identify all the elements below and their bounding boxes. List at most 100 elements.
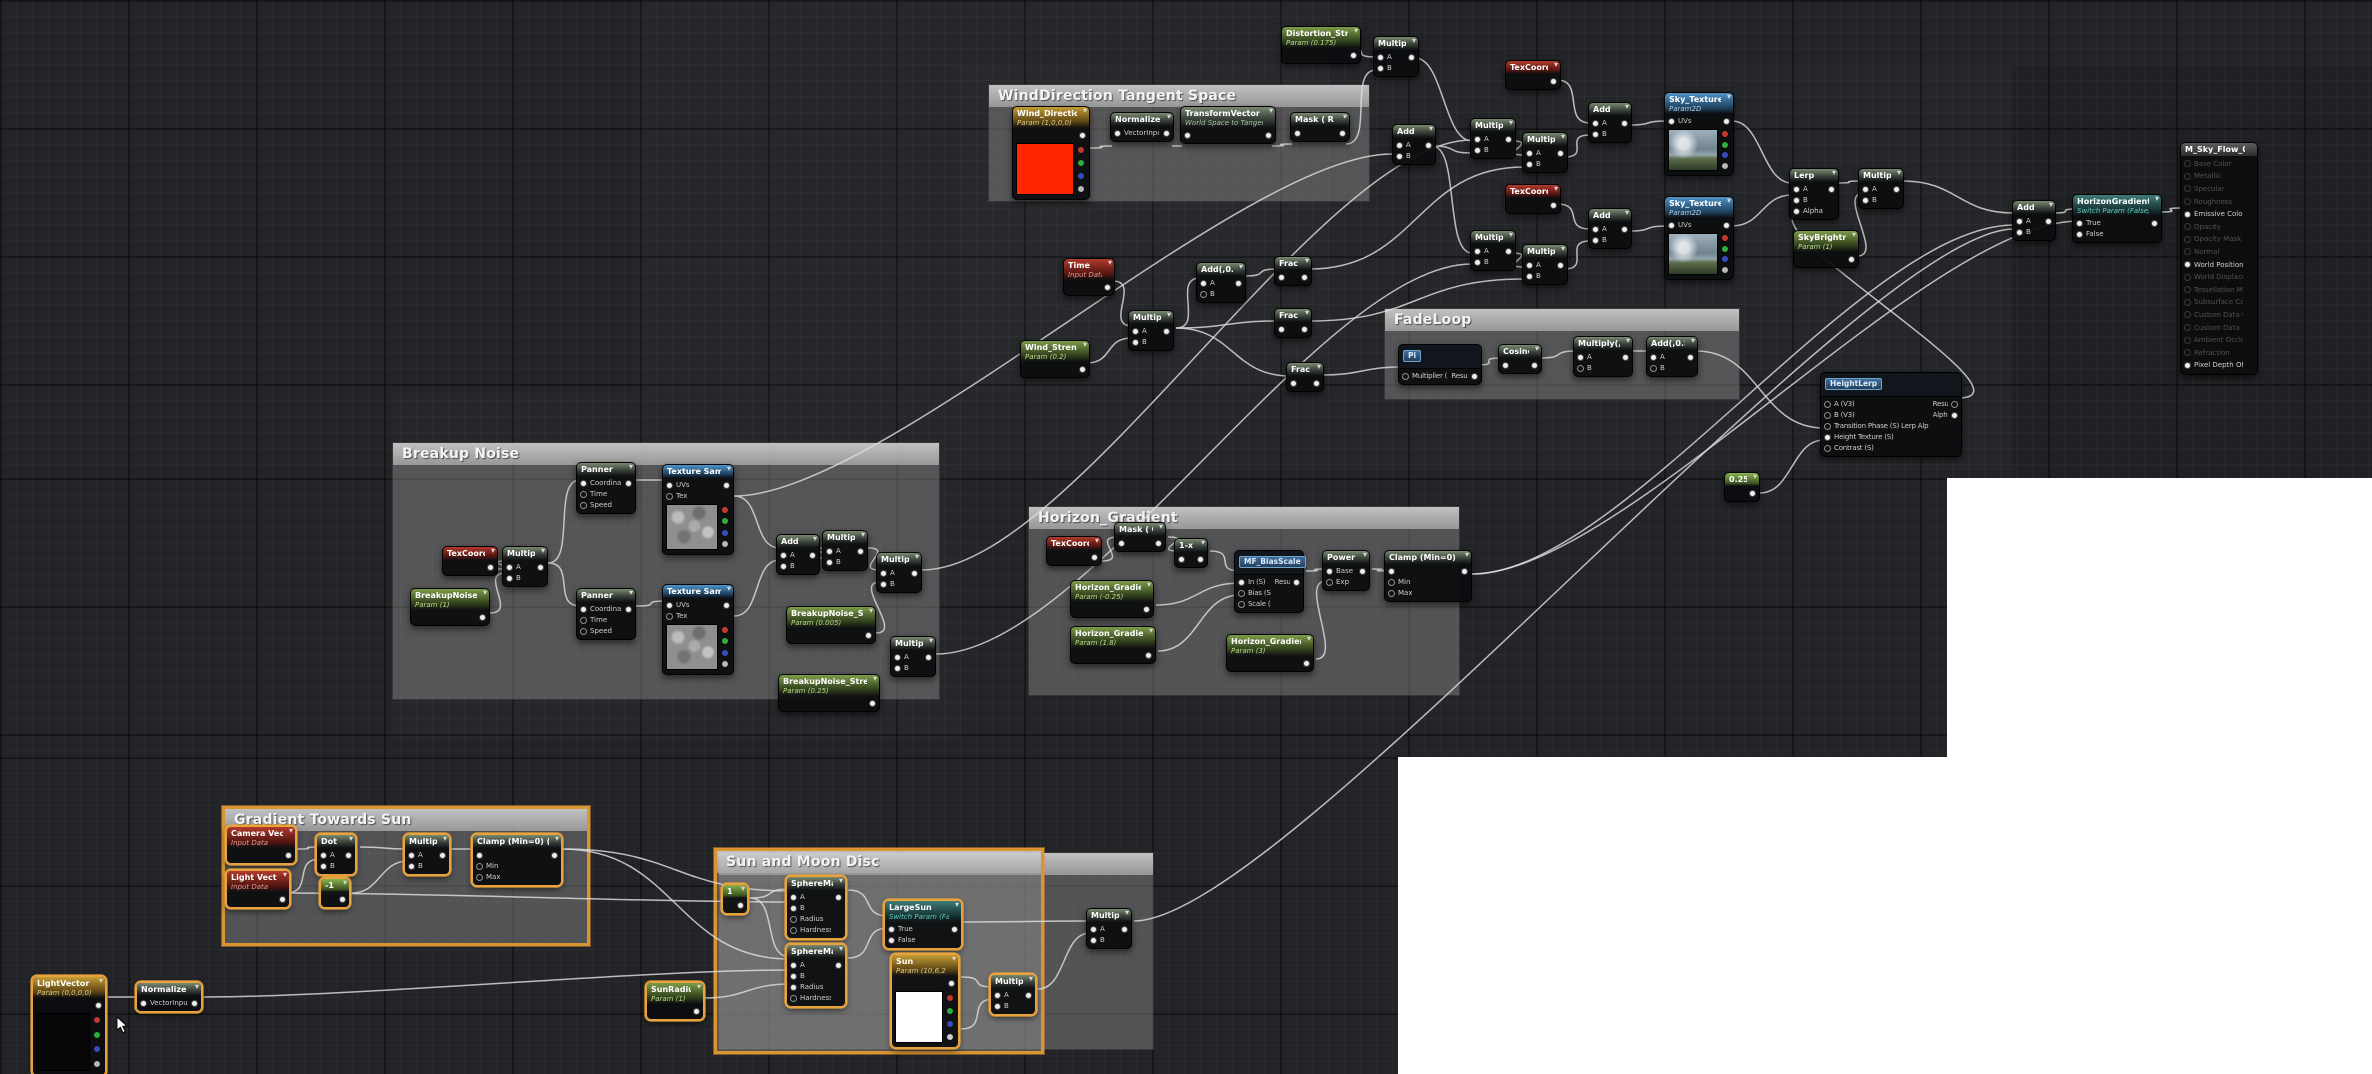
- input-pin-coordinate[interactable]: Coordinate: [580, 478, 621, 488]
- output-pin[interactable]: [948, 978, 955, 988]
- node-hz-gradient-power[interactable]: Horizon_GradientPowerParam (3)▾: [1226, 634, 1314, 672]
- channel-pin-dot[interactable]: [1722, 256, 1728, 262]
- input-pin-a[interactable]: A: [1200, 278, 1215, 288]
- collapse-chevron-icon[interactable]: ▾: [349, 834, 353, 843]
- node-header[interactable]: Normalize▾: [1111, 113, 1173, 126]
- output-pin[interactable]: [911, 568, 918, 578]
- input-pin-b[interactable]: B: [1650, 363, 1665, 373]
- collapse-chevron-icon[interactable]: ▾: [1083, 340, 1087, 349]
- node-header[interactable]: Panner▾: [577, 589, 635, 602]
- input-pin-b[interactable]: B: [790, 971, 831, 981]
- channel-pin-dot[interactable]: [1722, 235, 1728, 241]
- channel-pin-dot[interactable]: [947, 1034, 953, 1040]
- node-dot[interactable]: Dot▾AB: [316, 834, 356, 875]
- node-sunradius[interactable]: SunRadiusParam (1)▾: [646, 982, 704, 1020]
- input-pin-multiplier-s[interactable]: Multiplier (S): [1402, 371, 1447, 381]
- channel-pin-dot[interactable]: [1722, 163, 1728, 169]
- input-pin-b[interactable]: B: [1090, 935, 1105, 945]
- input-pin-exp[interactable]: Exp: [1326, 577, 1353, 587]
- collapse-chevron-icon[interactable]: ▾: [629, 588, 633, 597]
- graph-panel[interactable]: [0, 478, 1947, 757]
- collapse-chevron-icon[interactable]: ▾: [1852, 230, 1856, 239]
- output-pin[interactable]: [1723, 220, 1730, 230]
- node-header[interactable]: Normalize▾: [137, 983, 201, 996]
- input-pin[interactable]: [1294, 128, 1301, 138]
- node-texcoord-top[interactable]: TexCoord[0]▾: [1505, 60, 1561, 90]
- channel-pin-dot[interactable]: [1722, 142, 1728, 148]
- input-pin-base[interactable]: Base: [1326, 566, 1353, 576]
- channel-pin-dot[interactable]: [1722, 246, 1728, 252]
- node-sm-multiply-inner[interactable]: Multiply▾AB: [990, 974, 1036, 1015]
- channel-pin-dot[interactable]: [1722, 131, 1728, 137]
- node-header[interactable]: Add▾: [1589, 103, 1631, 116]
- input-pin-vectorinput[interactable]: VectorInput: [140, 998, 187, 1008]
- node-normalize-light[interactable]: Normalize▾ VectorInput: [136, 982, 202, 1012]
- node-header[interactable]: Camera VectorInput Data▾: [227, 827, 295, 848]
- node-panner-1[interactable]: Panner▾CoordinateTimeSpeed: [576, 462, 636, 514]
- input-pin-b[interactable]: B: [1132, 337, 1147, 347]
- output-pin[interactable]: [737, 900, 744, 910]
- node-hz-one-minus[interactable]: 1-x▾: [1174, 538, 1208, 568]
- node-add-final[interactable]: Add▾AB: [2012, 200, 2056, 241]
- node-texture-sample-2[interactable]: Texture Sample▾UVsTex: [662, 584, 734, 675]
- output-pin[interactable]: [693, 1006, 700, 1016]
- output-pin-result[interactable]: Result: [1275, 577, 1300, 587]
- node-add-uv2[interactable]: Add▾AB: [1588, 208, 1632, 249]
- input-pin-contrast-s[interactable]: Contrast (S): [1824, 443, 1929, 453]
- input-pin-true[interactable]: True: [888, 924, 916, 934]
- output-pin[interactable]: [537, 562, 544, 572]
- collapse-chevron-icon[interactable]: ▾: [929, 636, 933, 645]
- node-sun-param[interactable]: SunParam (10,6,2,1)▾: [891, 954, 959, 1048]
- input-pin-world-displacement[interactable]: World Displacement: [2184, 271, 2243, 283]
- node-multiply-uv2a[interactable]: Multiply▾AB: [1470, 230, 1516, 271]
- collapse-chevron-icon[interactable]: ▾: [1561, 244, 1565, 253]
- input-pin-b[interactable]: B: [320, 861, 335, 871]
- output-pin[interactable]: [1143, 604, 1150, 614]
- node-frac-1[interactable]: Frac▾: [1274, 256, 1312, 286]
- collapse-chevron-icon[interactable]: ▾: [1897, 168, 1901, 177]
- output-pin[interactable]: [339, 894, 346, 904]
- node-lerp-sky[interactable]: Lerp▾ABAlpha: [1789, 168, 1839, 220]
- node-header[interactable]: Multiply▾: [1471, 119, 1515, 132]
- collapse-chevron-icon[interactable]: ▾: [697, 982, 701, 991]
- input-pin-b[interactable]: B: [1526, 159, 1541, 169]
- node-pi[interactable]: PiMultiplier (S)Result: [1398, 344, 1482, 385]
- collapse-chevron-icon[interactable]: ▾: [839, 876, 843, 885]
- collapse-chevron-icon[interactable]: ▾: [1029, 974, 1033, 983]
- collapse-chevron-icon[interactable]: ▾: [1269, 106, 1273, 115]
- node-header[interactable]: Texture Sample▾: [663, 465, 733, 478]
- node-header[interactable]: Power▾: [1323, 551, 1369, 564]
- collapse-chevron-icon[interactable]: ▾: [1727, 92, 1731, 101]
- node-gts-clamp[interactable]: Clamp (Min=0) (Max=1)▾MinMax: [472, 834, 562, 886]
- collapse-chevron-icon[interactable]: ▾: [1691, 336, 1695, 345]
- collapse-chevron-icon[interactable]: ▾: [1149, 626, 1153, 635]
- comment-box-header[interactable]: Breakup Noise: [393, 443, 939, 465]
- output-pin-alpha[interactable]: Alpha: [1933, 410, 1958, 420]
- output-pin[interactable]: [1301, 324, 1308, 334]
- node-header[interactable]: Add▾: [1393, 125, 1435, 138]
- node-header[interactable]: Multiply(,-0.5)▾: [1574, 337, 1632, 350]
- node-normalize-wind[interactable]: Normalize▾VectorInput: [1110, 112, 1174, 142]
- output-pin-results[interactable]: Results: [1933, 399, 1958, 409]
- node-header[interactable]: MF_BiasScale: [1235, 551, 1303, 575]
- output-pin[interactable]: [1163, 326, 1170, 336]
- node-header[interactable]: Distortion_StrengthParam (0.175)▾: [1282, 27, 1360, 48]
- input-pin-specular[interactable]: Specular: [2184, 183, 2243, 195]
- node-add-uv1[interactable]: Add▾AB: [1588, 102, 1632, 143]
- node-header[interactable]: Multiply▾: [991, 975, 1035, 988]
- node-header[interactable]: HeightLerp: [1821, 373, 1961, 397]
- output-pin[interactable]: [1461, 566, 1468, 576]
- input-pin-alpha[interactable]: Alpha: [1793, 206, 1823, 216]
- node-skybrightness[interactable]: SkyBrightnessParam (1)▾: [1793, 230, 1859, 268]
- output-pin[interactable]: [1163, 128, 1170, 138]
- collapse-chevron-icon[interactable]: ▾: [1509, 118, 1513, 127]
- input-pin-speed[interactable]: Speed: [580, 500, 621, 510]
- collapse-chevron-icon[interactable]: ▾: [491, 546, 495, 555]
- channel-pin-dot[interactable]: [722, 530, 728, 536]
- output-pin[interactable]: [1104, 282, 1111, 292]
- output-pin[interactable]: [625, 604, 632, 614]
- output-pin[interactable]: [1723, 116, 1730, 126]
- input-pin-tessellation-multiplier[interactable]: Tessellation Multiplier: [2184, 284, 2243, 296]
- output-pin[interactable]: [625, 478, 632, 488]
- collapse-chevron-icon[interactable]: ▾: [99, 976, 103, 985]
